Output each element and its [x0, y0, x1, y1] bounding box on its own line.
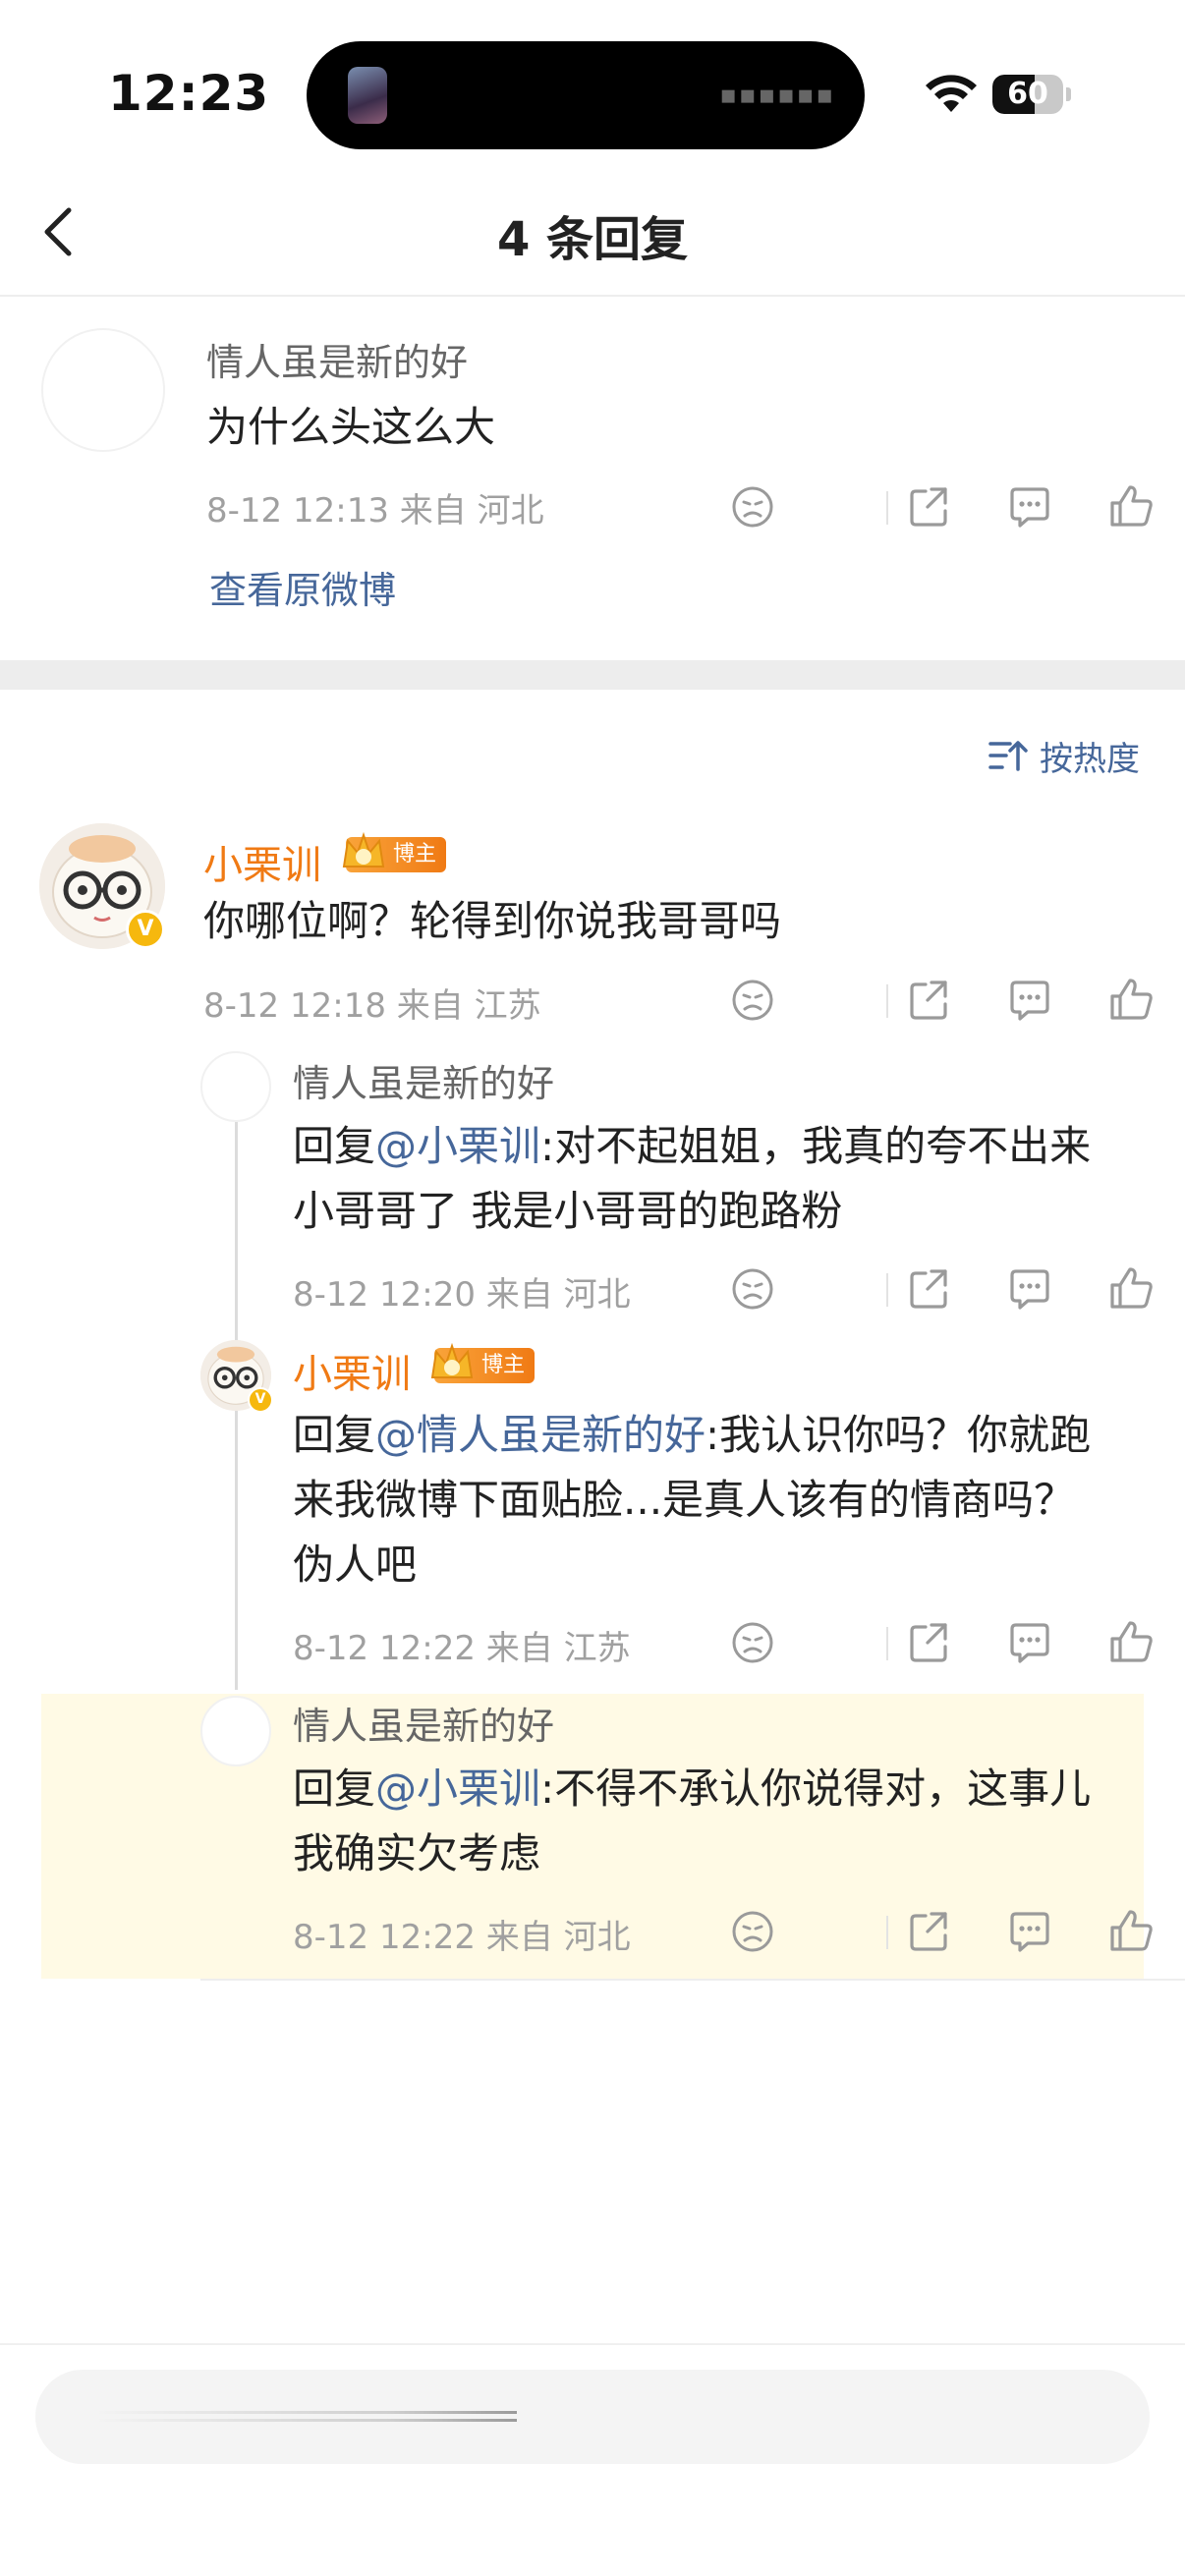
- battery-level: 60: [1007, 77, 1048, 111]
- blogger-badge: 博主: [430, 1342, 536, 1383]
- view-original-link[interactable]: 查看原微博: [209, 560, 396, 614]
- action-separator: [886, 1916, 888, 1949]
- verified-badge: V: [126, 910, 165, 949]
- reply-prefix: 回复: [293, 1411, 376, 1459]
- like-icon[interactable]: [1104, 1904, 1159, 1959]
- reply-text-line: 来我微博下面贴脸...是真人该有的情商吗？: [293, 1476, 1076, 1524]
- reply-text-line: 我确实欠考虑: [293, 1829, 541, 1877]
- avatar[interactable]: [200, 1696, 271, 1766]
- now-playing-thumbnail: [348, 67, 387, 124]
- share-icon[interactable]: [902, 1615, 957, 1670]
- reply-text-line: 小哥哥了 我是小哥哥的跑路粉: [293, 1187, 843, 1235]
- reply-username[interactable]: 情人虽是新的好: [293, 1053, 554, 1107]
- blogger-badge-label: 博主: [481, 1353, 526, 1377]
- crown-icon: [430, 1342, 474, 1378]
- comment-icon[interactable]: [1002, 479, 1057, 534]
- reply-text: 回复@小栗训:对不起姐姐，我真的夸不出来 小哥哥了 我是小哥哥的跑路粉: [293, 1114, 1157, 1244]
- reply-text-line: :不得不承认你说得对，这事儿: [540, 1764, 1092, 1813]
- wifi-icon: [926, 75, 977, 112]
- dynamic-island: ▪▪▪▪▪▪: [307, 41, 865, 149]
- reply-text: 回复@小栗训:不得不承认你说得对，这事儿 我确实欠考虑: [293, 1757, 1157, 1886]
- sort-button[interactable]: 按热度: [988, 731, 1140, 780]
- share-icon[interactable]: [902, 479, 957, 534]
- root-comment: 情人虽是新的好 为什么头这么大 8-12 12:13 来自 河北 查看原微博: [0, 297, 1185, 660]
- action-separator: [886, 491, 888, 525]
- like-icon[interactable]: [1104, 1261, 1159, 1316]
- share-icon[interactable]: [902, 973, 957, 1028]
- status-bar: 12:23 ▪▪▪▪▪▪ 60: [0, 0, 1185, 157]
- avatar[interactable]: [200, 1051, 271, 1122]
- list-end-divider: [200, 1979, 1185, 1981]
- comment-actions: [732, 479, 1159, 534]
- reply-text: 回复@情人虽是新的好:我认识你吗？你就跑 来我微博下面贴脸...是真人该有的情商…: [293, 1403, 1157, 1597]
- blogger-badge-label: 博主: [393, 842, 437, 867]
- avatar[interactable]: [41, 328, 165, 452]
- comment-input[interactable]: [35, 2370, 1150, 2464]
- reply-actions: [732, 1904, 1159, 1959]
- comment-icon[interactable]: [1002, 1904, 1057, 1959]
- input-placeholder-graphic: [94, 2411, 517, 2422]
- share-icon[interactable]: [902, 1904, 957, 1959]
- comment-icon[interactable]: [1002, 973, 1057, 1028]
- reply-meta: 8-12 12:22 来自 河北: [293, 1918, 631, 1957]
- page-title: 4 条回复: [496, 212, 689, 267]
- sort-icon: [988, 741, 1028, 771]
- nav-bar: 4 条回复: [0, 167, 1185, 297]
- comment-text: 为什么头这么大: [206, 403, 496, 451]
- comment-meta: 8-12 12:13 来自 河北: [206, 491, 544, 531]
- comment-input-bar: [0, 2343, 1185, 2576]
- sort-label: 按热度: [1040, 739, 1140, 779]
- dislike-icon[interactable]: [725, 1615, 780, 1670]
- dislike-icon[interactable]: [725, 973, 780, 1028]
- comment-meta: 8-12 12:18 来自 江苏: [203, 986, 541, 1026]
- reply-actions: [732, 1615, 1159, 1670]
- reply-prefix: 回复: [293, 1122, 376, 1170]
- comment-text: 你哪位啊？轮得到你说我哥哥吗: [203, 897, 782, 945]
- comment-icon[interactable]: [1002, 1261, 1057, 1316]
- like-icon[interactable]: [1104, 973, 1159, 1028]
- battery-indicator: 60: [992, 75, 1063, 114]
- reply-actions: [732, 1261, 1159, 1316]
- reply-username[interactable]: 情人虽是新的好: [293, 1696, 554, 1750]
- action-separator: [886, 1627, 888, 1660]
- reply-meta: 8-12 12:22 来自 江苏: [293, 1629, 631, 1668]
- action-separator: [886, 984, 888, 1018]
- blogger-badge: 博主: [342, 831, 447, 872]
- comment-actions: [732, 973, 1159, 1028]
- like-icon[interactable]: [1104, 479, 1159, 534]
- dislike-icon[interactable]: [725, 1904, 780, 1959]
- reply-meta: 8-12 12:20 来自 河北: [293, 1275, 631, 1315]
- battery-nub: [1066, 87, 1071, 101]
- dislike-icon[interactable]: [725, 479, 780, 534]
- reply-text-line: :我认识你吗？你就跑: [705, 1411, 1092, 1459]
- comment-icon[interactable]: [1002, 1615, 1057, 1670]
- status-time: 12:23: [108, 65, 270, 122]
- audio-wave-icon: ▪▪▪▪▪▪: [719, 81, 835, 110]
- dislike-icon[interactable]: [725, 1261, 780, 1316]
- action-separator: [886, 1273, 888, 1307]
- reply-prefix: 回复: [293, 1764, 376, 1813]
- reply-text-line: 伪人吧: [293, 1540, 418, 1589]
- share-icon[interactable]: [902, 1261, 957, 1316]
- like-icon[interactable]: [1104, 1615, 1159, 1670]
- comment-username[interactable]: 小栗训: [203, 833, 321, 890]
- section-divider: [0, 660, 1185, 690]
- mention-link[interactable]: @情人虽是新的好: [375, 1411, 705, 1459]
- verified-badge: V: [248, 1387, 273, 1413]
- reply-text-line: :对不起姐姐，我真的夸不出来: [540, 1122, 1092, 1170]
- mention-link[interactable]: @小栗训: [375, 1122, 540, 1170]
- mention-link[interactable]: @小栗训: [375, 1764, 540, 1813]
- comment-username[interactable]: 情人虽是新的好: [206, 332, 468, 386]
- reply-username[interactable]: 小栗训: [293, 1342, 411, 1399]
- crown-icon: [342, 831, 385, 868]
